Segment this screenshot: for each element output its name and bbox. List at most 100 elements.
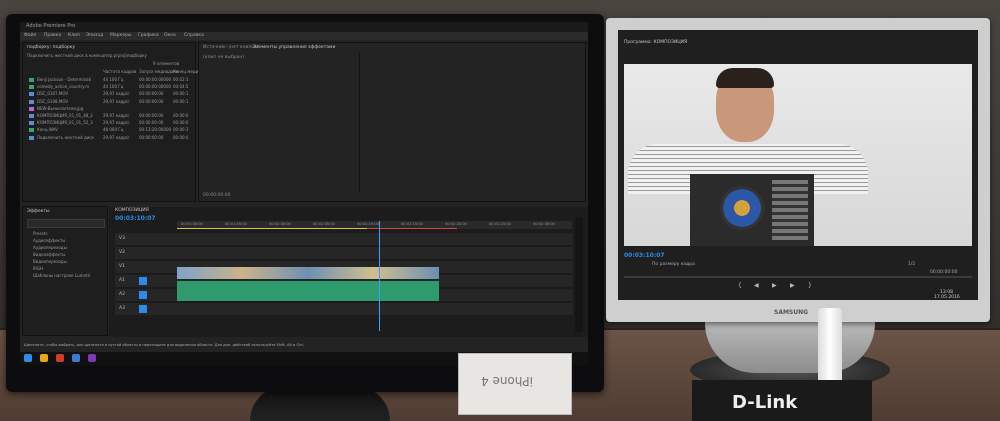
- video-clip[interactable]: [177, 267, 439, 279]
- menu-help[interactable]: Справка: [184, 33, 204, 38]
- tab-source[interactable]: Источник: (нет клипов): [203, 45, 259, 50]
- project-row-name[interactable]: NEW-Вычислители.jpg: [37, 106, 83, 112]
- drive-bays: [772, 180, 808, 240]
- timeline-track[interactable]: [115, 233, 573, 245]
- track-label: A2: [119, 292, 125, 297]
- project-row-rate: 29,97 кадр/с: [103, 120, 130, 126]
- effects-folder[interactable]: Presets: [33, 231, 48, 237]
- effects-tab[interactable]: Эффекты: [27, 209, 50, 214]
- effects-folder[interactable]: IRGH: [33, 266, 43, 272]
- track-label: A1: [119, 278, 125, 283]
- cpu-cooler: [720, 186, 764, 230]
- right-monitor-stand: [705, 318, 875, 373]
- menu-markers[interactable]: Маркеры: [110, 33, 131, 38]
- track-target-toggle[interactable]: [139, 291, 147, 299]
- project-panel: подборку: подборку Подключить жесткий ди…: [22, 42, 201, 202]
- file-icon: [29, 99, 34, 104]
- program-timecode[interactable]: 00:03:10:07: [624, 252, 665, 259]
- menu-file[interactable]: Файл: [24, 33, 36, 38]
- track-label: A3: [119, 306, 125, 311]
- effects-panel: Эффекты Presets Аудиоэффекты Аудиопереходы…: [22, 206, 108, 336]
- project-row-start: 00:00:00:00: [139, 120, 164, 126]
- audio-clip[interactable]: [177, 281, 439, 301]
- effects-search-input[interactable]: [27, 219, 105, 228]
- program-scrub-bar[interactable]: [624, 276, 972, 278]
- project-row-rate: 29,97 кадр/с: [103, 113, 130, 118]
- effects-folder[interactable]: Аудиопереходы: [33, 245, 67, 251]
- jar: [818, 308, 842, 386]
- file-icon: [29, 128, 34, 133]
- menu-graphics[interactable]: Графика: [138, 33, 159, 38]
- project-row-name[interactable]: Подключить жесткий диск: [37, 135, 94, 141]
- play-icon[interactable]: ▶: [772, 282, 777, 289]
- project-row-name[interactable]: DSC_0108.MOV: [37, 99, 68, 105]
- explorer-icon[interactable]: [40, 354, 48, 362]
- file-icon: [29, 135, 34, 140]
- track-target-toggle[interactable]: [139, 305, 147, 313]
- project-row-rate: 44 100 Гц: [103, 84, 124, 90]
- step-back-icon[interactable]: ◀: [754, 282, 759, 289]
- menu-bar: Файл Правка Клип Эпизод Маркеры Графика …: [20, 32, 588, 40]
- menu-clip[interactable]: Клип: [68, 33, 80, 38]
- project-row-end: 00:04:5: [173, 84, 189, 90]
- project-row-start: 00:00:00:00: [139, 134, 164, 140]
- ruler-tick-label: 00:02:25:00: [489, 222, 511, 226]
- date: 17.05.2016: [934, 295, 960, 300]
- project-tab[interactable]: подборку: подборку: [27, 45, 75, 50]
- premiere-icon[interactable]: [88, 354, 96, 362]
- timeline-timecode[interactable]: 00:03:10:07: [115, 215, 156, 222]
- project-row-name[interactable]: DSC_0107.MOV: [37, 91, 68, 97]
- work-area-bar: [177, 228, 367, 229]
- track-target-toggle[interactable]: [139, 277, 147, 285]
- ruler-tick-label: 00:01:55:00: [225, 222, 247, 226]
- ruler-tick-label: 00:02:30:00: [533, 222, 555, 226]
- menu-window[interactable]: Окно: [164, 33, 176, 38]
- project-row-rate: 44 100 Гц: [103, 77, 124, 82]
- ruler-tick-label: 00:02:15:00: [401, 222, 423, 226]
- effects-folder[interactable]: Видеоэффекты: [33, 252, 65, 258]
- file-icon: [29, 85, 34, 90]
- col-rate: Частота кадров: [103, 69, 137, 74]
- dlink-router: D-Link: [692, 380, 872, 421]
- project-row-name[interactable]: КОМПОЗИЦИЯ_01_01_48_2: [37, 113, 93, 119]
- file-icon: [29, 92, 34, 97]
- timeline-track[interactable]: [115, 247, 573, 259]
- fit-dropdown[interactable]: По размеру кадра: [652, 262, 695, 267]
- effects-folder[interactable]: Аудиоэффекты: [33, 238, 65, 244]
- audio-meter: [575, 217, 583, 332]
- resolution-dropdown[interactable]: 1/2: [908, 262, 915, 267]
- browser-icon[interactable]: [56, 354, 64, 362]
- project-row-start: 00:00:00:00000: [139, 77, 172, 82]
- project-row-end: 00:00:0: [173, 120, 189, 126]
- mark-out-icon[interactable]: }: [808, 282, 812, 289]
- program-tab[interactable]: Программа: КОМПОЗИЦИЯ: [624, 40, 687, 45]
- timeline-tab[interactable]: КОМПОЗИЦИЯ: [115, 208, 149, 213]
- tab-effect-controls[interactable]: Элементы управления эффектами: [253, 45, 335, 50]
- step-forward-icon[interactable]: ▶: [790, 282, 795, 289]
- menu-sequence[interactable]: Эпизод: [86, 33, 103, 38]
- project-path: Подключить жесткий диск в компьютер.prpr…: [27, 53, 147, 58]
- project-row-name[interactable]: Benji Jackson - Determinati: [37, 77, 91, 83]
- start-icon[interactable]: [24, 354, 32, 362]
- project-row-name[interactable]: КОМПОЗИЦИЯ_01_01_52_3: [37, 120, 93, 126]
- mark-in-icon[interactable]: {: [738, 282, 742, 289]
- file-icon: [29, 106, 34, 111]
- timeline-panel: КОМПОЗИЦИЯ 00:03:10:07 00:01:50:00 00:01:…: [109, 207, 588, 337]
- file-icon: [29, 114, 34, 118]
- app-icon[interactable]: [72, 354, 80, 362]
- left-monitor-screen: Adobe Premiere Pro Файл Правка Клип Эпиз…: [20, 22, 588, 365]
- project-row-name[interactable]: comedy_action_country.m: [37, 84, 89, 90]
- title-bar: Adobe Premiere Pro: [20, 22, 588, 32]
- person-hair: [716, 68, 774, 88]
- playhead[interactable]: [379, 221, 380, 331]
- app-title: Adobe Premiere Pro: [26, 23, 76, 29]
- pc-case: [690, 174, 814, 246]
- project-row-name[interactable]: Конц.WAV: [37, 127, 58, 133]
- effects-folder[interactable]: Видеопереходы: [33, 259, 67, 265]
- effects-folder[interactable]: Шаблоны настроек Lumetri: [33, 273, 90, 279]
- menu-edit[interactable]: Правка: [44, 33, 61, 38]
- project-row-end: 00:02:1: [173, 77, 189, 82]
- file-icon: [29, 121, 34, 126]
- project-row-start: 00:00:00:00: [139, 113, 164, 118]
- timeline-track[interactable]: [115, 303, 573, 315]
